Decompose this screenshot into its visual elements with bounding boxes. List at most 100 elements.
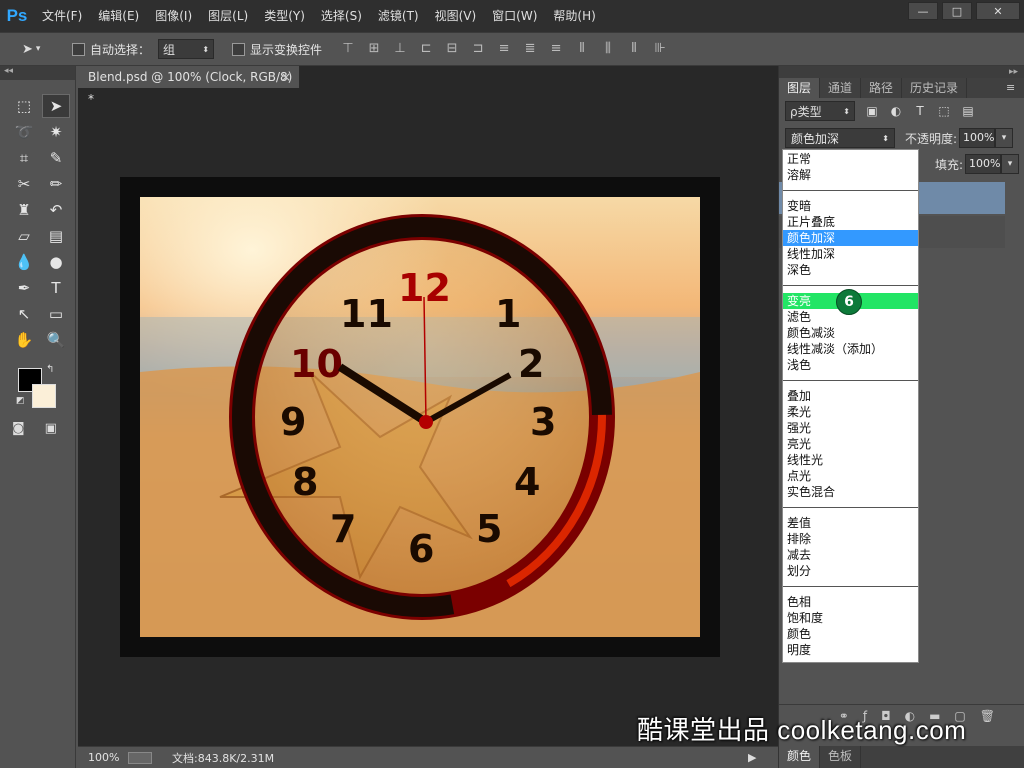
tab-layers[interactable]: 图层 [779,78,821,98]
auto-align-icon[interactable]: ⊪ [652,41,668,57]
distribute-bottom-icon[interactable]: ≡ [548,41,564,57]
fill-slider-arrow-icon[interactable]: ▾ [1001,154,1020,174]
blend-mode-option[interactable]: 浅色 [783,357,918,373]
distribute-vcenter-icon[interactable]: ≣ [522,41,538,57]
panel-collapse-icon[interactable]: ▸▸ [779,66,1024,78]
crop-tool-icon[interactable]: ⌗ [10,146,38,170]
checkbox-box[interactable] [232,42,246,56]
menu-type[interactable]: 类型(Y) [256,0,313,32]
minimize-button[interactable]: — [908,2,938,20]
distribute-left-icon[interactable]: ⦀ [574,41,590,57]
menu-image[interactable]: 图像(I) [147,0,200,32]
checkbox-box[interactable] [72,42,85,56]
path-selection-tool-icon[interactable]: ↖ [10,302,38,326]
menu-layer[interactable]: 图层(L) [200,0,256,32]
healing-tool-icon[interactable]: ✂ [10,172,38,196]
blend-mode-option[interactable]: 强光 [783,420,918,436]
maximize-button[interactable]: □ [942,2,972,20]
filter-smart-object-icon[interactable]: ▤ [961,104,975,118]
blend-mode-option[interactable]: 饱和度 [783,610,918,626]
marquee-tool-icon[interactable]: ⬚ [10,94,38,118]
blend-mode-option[interactable]: 亮光 [783,436,918,452]
blend-mode-dropdown[interactable]: 颜色加深 ⬍ [785,128,895,148]
panel-menu-icon[interactable]: ≡ [1006,78,1024,98]
menu-file[interactable]: 文件(F) [34,0,90,32]
blend-mode-option[interactable]: 深色 [783,262,918,278]
align-top-icon[interactable]: ⊤ [340,41,356,57]
stamp-tool-icon[interactable]: ♜ [10,198,38,222]
eraser-tool-icon[interactable]: ▱ [10,224,38,248]
filter-type-icon[interactable]: T [913,104,927,118]
tab-color[interactable]: 颜色 [779,746,821,768]
gradient-tool-icon[interactable]: ▤ [42,224,70,248]
blur-tool-icon[interactable]: 💧 [10,250,38,274]
lasso-tool-icon[interactable]: ➰ [10,120,38,144]
background-color-swatch[interactable] [32,384,56,408]
menu-filter[interactable]: 滤镜(T) [370,0,427,32]
blend-mode-option[interactable]: 线性减淡（添加） [783,341,918,357]
pen-tool-icon[interactable]: ✒ [10,276,38,300]
menu-window[interactable]: 窗口(W) [484,0,545,32]
align-hcenter-icon[interactable]: ⊟ [444,41,460,57]
blend-mode-option[interactable]: 减去 [783,547,918,563]
align-right-icon[interactable]: ⊐ [470,41,486,57]
blend-mode-option[interactable]: 颜色减淡 [783,325,918,341]
delete-layer-icon[interactable]: 🗑 [980,709,995,723]
document-tab[interactable]: Blend.psd @ 100% (Clock, RGB/8) * × [78,66,300,106]
blend-mode-option[interactable]: 正片叠底 [783,214,918,230]
blend-mode-option[interactable]: 叠加 [783,388,918,404]
default-colors-icon[interactable]: ◩ [16,396,25,406]
blend-mode-option[interactable]: 颜色加深 [783,230,918,246]
panel-grip-icon[interactable]: ◂◂ [0,66,75,80]
blend-mode-option[interactable]: 线性加深 [783,246,918,262]
align-left-icon[interactable]: ⊏ [418,41,434,57]
quick-mask-icon[interactable]: ◙ [12,421,25,436]
magic-wand-tool-icon[interactable]: ✷ [42,120,70,144]
menu-view[interactable]: 视图(V) [427,0,485,32]
blend-mode-option[interactable]: 排除 [783,531,918,547]
blend-mode-option[interactable]: 线性光 [783,452,918,468]
opacity-input[interactable]: 100% [959,128,996,148]
move-tool-preset-picker[interactable]: ➤ ▾ [22,42,60,57]
hand-tool-icon[interactable]: ✋ [10,328,38,352]
dodge-tool-icon[interactable]: ● [42,250,70,274]
blend-mode-option[interactable]: 色相 [783,594,918,610]
eyedropper-tool-icon[interactable]: ✎ [42,146,70,170]
tab-channels[interactable]: 通道 [820,78,862,98]
opacity-slider-arrow-icon[interactable]: ▾ [995,128,1014,148]
distribute-right-icon[interactable]: ⦀ [626,41,642,57]
status-menu-arrow-icon[interactable]: ▶ [748,751,778,764]
brush-tool-icon[interactable]: ✏ [42,172,70,196]
blend-mode-option[interactable]: 变暗 [783,198,918,214]
auto-select-checkbox[interactable]: 自动选择： [72,41,150,58]
history-brush-tool-icon[interactable]: ↶ [42,198,70,222]
tab-swatches[interactable]: 色板 [820,746,862,768]
tab-history[interactable]: 历史记录 [902,78,968,98]
filter-adjustment-icon[interactable]: ◐ [889,104,903,118]
type-tool-icon[interactable]: T [42,276,70,300]
blend-mode-option[interactable]: 颜色 [783,626,918,642]
fill-input[interactable]: 100% [965,154,1002,174]
filter-shape-icon[interactable]: ⬚ [937,104,951,118]
blend-mode-option[interactable]: 实色混合 [783,484,918,500]
menu-help[interactable]: 帮助(H) [545,0,603,32]
rectangle-tool-icon[interactable]: ▭ [42,302,70,326]
menu-select[interactable]: 选择(S) [313,0,370,32]
zoom-level[interactable]: 100% [78,751,128,764]
blend-mode-option[interactable]: 溶解 [783,167,918,183]
align-bottom-icon[interactable]: ⊥ [392,41,408,57]
distribute-top-icon[interactable]: ≡ [496,41,512,57]
filter-pixel-icon[interactable]: ▣ [865,104,879,118]
blend-mode-option[interactable]: 正常 [783,151,918,167]
blend-mode-option[interactable]: 柔光 [783,404,918,420]
blend-mode-option[interactable]: 明度 [783,642,918,658]
align-vcenter-icon[interactable]: ⊞ [366,41,382,57]
blend-mode-option[interactable]: 点光 [783,468,918,484]
auto-select-dropdown[interactable]: 组 ⬍ [158,39,215,59]
filter-kind-dropdown[interactable]: ρ类型 ⬍ [785,101,855,121]
canvas[interactable]: 12 1 2 3 4 5 6 7 8 9 10 11 [120,177,720,657]
close-button[interactable]: ✕ [976,2,1020,20]
swap-colors-icon[interactable]: ↰ [46,364,54,375]
screen-mode-icon[interactable]: ▣ [45,421,57,436]
blend-mode-option[interactable]: 划分 [783,563,918,579]
